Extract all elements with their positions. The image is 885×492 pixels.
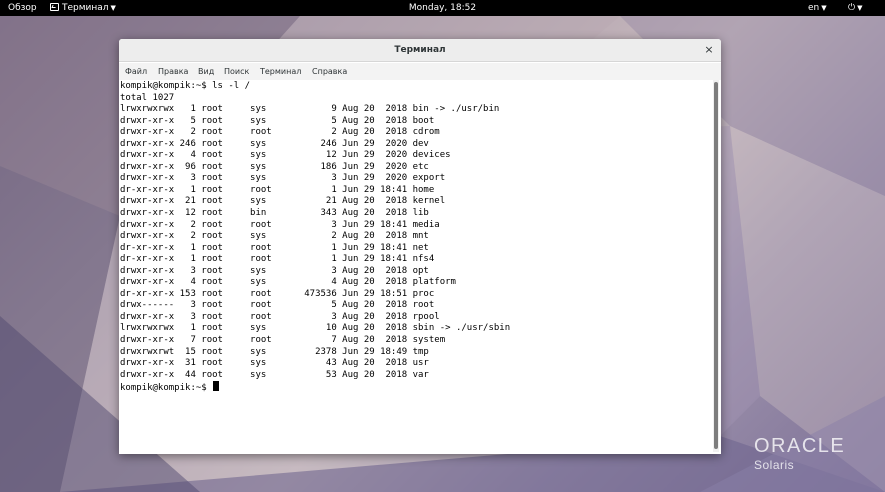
terminal-line: dr-xr-xr-x 1 root root 1 Jun 29 18:41 ne…	[120, 242, 429, 253]
terminal-line: drwx------ 3 root root 5 Aug 20 2018 roo…	[120, 300, 435, 311]
logo-solaris: Solaris	[754, 458, 795, 472]
terminal-line: drwxr-xr-x 5 root sys 5 Aug 20 2018 boot	[120, 115, 435, 126]
menu-help[interactable]: Справка	[312, 63, 347, 80]
chevron-down-icon: ▼	[821, 4, 827, 12]
terminal-lines: kompik@kompik:~$ ls -l / total 1027 lrwxrw…	[120, 81, 510, 393]
terminal-line: drwxr-xr-x 3 root root 3 Aug 20 2018 rpo…	[120, 311, 440, 322]
oracle-solaris-logo: ORACLE Solaris	[754, 435, 845, 473]
terminal-line: drwxr-xr-x 2 root root 3 Jun 29 18:41 me…	[120, 219, 440, 230]
logo-oracle: ORACLE	[754, 435, 846, 457]
terminal-line: drwxr-xr-x 246 root sys 246 Jun 29 2020 …	[120, 138, 429, 149]
language-label: en	[808, 3, 820, 13]
terminal-line: lrwxrwxrwx 1 root sys 10 Aug 20 2018 sbi…	[120, 323, 511, 334]
terminal-line: dr-xr-xr-x 153 root root 473536 Jun 29 1…	[120, 288, 435, 299]
system-menu[interactable]: ⏻ ▼	[848, 0, 863, 16]
terminal-line: total 1027	[120, 92, 175, 103]
close-button[interactable]: ×	[703, 44, 715, 56]
terminal-line: drwxr-xr-x 31 root sys 43 Aug 20 2018 us…	[120, 358, 429, 369]
language-selector[interactable]: en ▼	[808, 0, 827, 16]
menu-bar: Файл Правка Вид Поиск Терминал Справка	[119, 63, 721, 80]
terminal-line: drwxr-xr-x 4 root sys 4 Aug 20 2018 plat…	[120, 277, 456, 288]
terminal-line: kompik@kompik:~$ ls -l /	[120, 81, 251, 91]
scrollbar[interactable]	[713, 80, 719, 452]
terminal-line: drwxr-xr-x 2 root sys 2 Aug 20 2018 mnt	[120, 231, 429, 242]
menu-terminal[interactable]: Терминал	[260, 63, 301, 80]
menu-view[interactable]: Вид	[198, 63, 214, 80]
terminal-window: Терминал × Файл Правка Вид Поиск Термина…	[119, 39, 721, 454]
clock[interactable]: Monday, 18:52	[0, 0, 885, 16]
terminal-line: drwxr-xr-x 7 root root 7 Aug 20 2018 sys…	[120, 335, 446, 346]
chevron-down-icon: ▼	[857, 4, 863, 12]
terminal-line: drwxr-xr-x 44 root sys 53 Aug 20 2018 va…	[120, 369, 429, 380]
terminal-prompt: kompik@kompik:~$	[120, 383, 213, 394]
terminal-line: dr-xr-xr-x 1 root root 1 Jun 29 18:41 ho…	[120, 184, 435, 195]
menu-search[interactable]: Поиск	[224, 63, 249, 80]
menu-edit[interactable]: Правка	[158, 63, 188, 80]
top-bar: Обзор Терминал ▼ Monday, 18:52 en ▼ ⏻ ▼	[0, 0, 885, 16]
text-cursor	[213, 381, 220, 392]
terminal-output[interactable]: kompik@kompik:~$ ls -l / total 1027 lrwxrw…	[119, 80, 713, 454]
terminal-line: drwxr-xr-x 96 root sys 186 Jun 29 2020 e…	[120, 161, 429, 172]
terminal-line: drwxr-xr-x 4 root sys 12 Jun 29 2020 dev…	[120, 150, 451, 161]
terminal-line: drwxr-xr-x 21 root sys 21 Aug 20 2018 ke…	[120, 196, 446, 207]
terminal-line: drwxr-xr-x 12 root bin 343 Aug 20 2018 l…	[120, 208, 429, 219]
terminal-line: lrwxrwxrwx 1 root sys 9 Aug 20 2018 bin …	[120, 104, 500, 115]
window-title: Терминал	[394, 45, 446, 55]
terminal-line: drwxr-xr-x 3 root sys 3 Aug 20 2018 opt	[120, 265, 429, 276]
title-bar[interactable]: Терминал ×	[119, 39, 721, 62]
scrollbar-thumb[interactable]	[714, 82, 718, 449]
terminal-line: drwxr-xr-x 3 root sys 3 Jun 29 2020 expo…	[120, 173, 446, 184]
terminal-line: drwxr-xr-x 2 root root 2 Aug 20 2018 cdr…	[120, 127, 440, 138]
power-icon: ⏻	[848, 3, 856, 13]
terminal-prompt-line: kompik@kompik:~$	[120, 381, 510, 393]
terminal-line: dr-xr-xr-x 1 root root 1 Jun 29 18:41 nf…	[120, 254, 435, 265]
terminal-line: drwxrwxrwt 15 root sys 2378 Jun 29 18:49…	[120, 346, 429, 357]
menu-file[interactable]: Файл	[125, 63, 147, 80]
